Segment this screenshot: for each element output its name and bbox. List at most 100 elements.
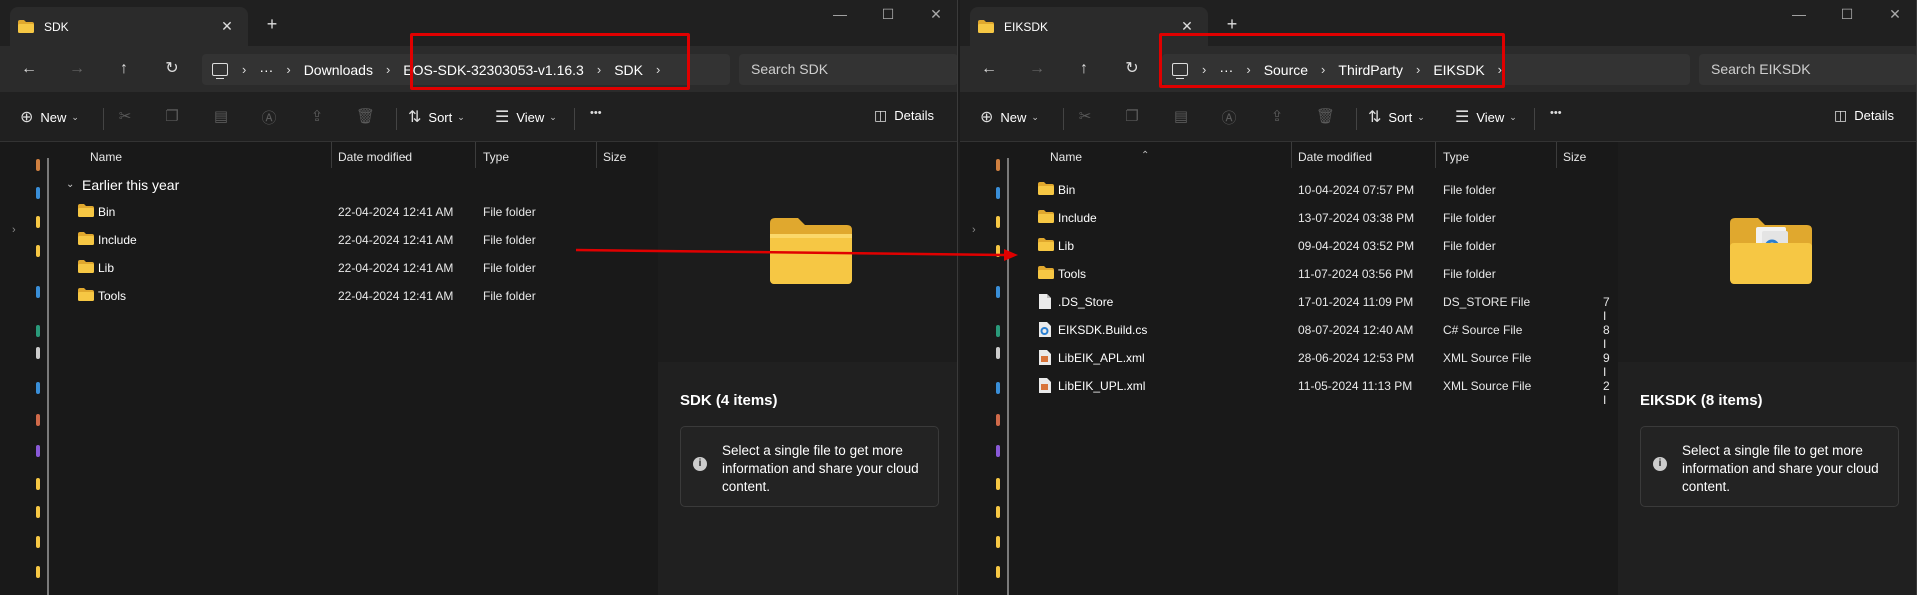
forward-arrow-icon[interactable]: → — [68, 60, 86, 78]
folder-icon — [1038, 238, 1054, 251]
file-row[interactable]: LibEIK_APL.xml 28-06-2024 12:53 PM XML Sou… — [1016, 344, 1616, 379]
minimize-button[interactable]: — — [1792, 6, 1806, 23]
file-date: 08-07-2024 12:40 AM — [1298, 323, 1414, 337]
up-arrow-icon[interactable]: ↑ — [1075, 60, 1093, 78]
details-button[interactable]: ◫ Details — [874, 107, 934, 124]
rename-icon[interactable]: Ⓐ — [260, 107, 278, 127]
chevron-right-icon[interactable]: › — [972, 224, 976, 236]
file-name: LibEIK_APL.xml — [1058, 351, 1145, 365]
details-info-box: i Select a single file to get more infor… — [680, 426, 939, 507]
paste-icon[interactable]: ▤ — [1172, 107, 1190, 125]
close-tab-icon[interactable]: ✕ — [218, 18, 236, 35]
minimize-button[interactable]: — — [833, 6, 847, 23]
delete-icon[interactable]: 🗑 — [356, 107, 375, 125]
file-row[interactable]: LibEIK_UPL.xml 11-05-2024 11:13 PM XML Sou… — [1016, 372, 1616, 407]
more-options-icon[interactable]: ••• — [590, 107, 602, 119]
explorer-window-sdk: SDK ✕ + — ☐ ✕ ← → ↑ ↻ › ··· › Downloads … — [0, 0, 958, 595]
this-pc-icon[interactable] — [212, 63, 228, 79]
column-date-modified[interactable]: Date modified — [1298, 150, 1372, 164]
sort-button[interactable]: ⇅ Sort ⌄ — [1368, 107, 1425, 127]
column-type[interactable]: Type — [1443, 150, 1469, 164]
sort-button[interactable]: ⇅ Sort ⌄ — [408, 107, 465, 127]
details-button[interactable]: ◫ Details — [1834, 107, 1894, 124]
file-type: File folder — [483, 289, 536, 303]
view-button[interactable]: ☰ View ⌄ — [1455, 107, 1517, 127]
details-pane-icon: ◫ — [874, 107, 888, 123]
file-list: ⌃ Name Date modified Type Size Bin 10-04-… — [1016, 142, 1616, 595]
file-row[interactable]: .DS_Store 17-01-2024 11:09 PM DS_STORE Fil… — [1016, 288, 1616, 323]
chevron-down-icon: ⌄ — [66, 179, 75, 190]
file-row[interactable]: Lib 22-04-2024 12:41 AM File folder — [56, 254, 656, 282]
forward-arrow-icon[interactable]: → — [1028, 60, 1046, 78]
copy-icon[interactable]: ❐ — [163, 107, 181, 125]
file-name: Bin — [98, 205, 116, 219]
details-pane-icon: ◫ — [1834, 107, 1848, 123]
new-tab-button[interactable]: + — [1222, 14, 1242, 35]
new-button[interactable]: ⊕ New ⌄ — [980, 107, 1039, 127]
chevron-down-icon: ⌄ — [457, 111, 465, 122]
sort-icon: ⇅ — [408, 109, 422, 126]
file-row[interactable]: Tools 22-04-2024 12:41 AM File folder — [56, 282, 656, 310]
cut-icon[interactable]: ✂ — [1076, 107, 1094, 125]
paste-icon[interactable]: ▤ — [212, 107, 230, 125]
back-arrow-icon[interactable]: ← — [20, 60, 38, 78]
delete-icon[interactable]: 🗑 — [1316, 107, 1335, 125]
column-name[interactable]: Name — [1050, 150, 1082, 164]
breadcrumb-downloads[interactable]: Downloads — [304, 62, 373, 78]
cut-icon[interactable]: ✂ — [116, 107, 134, 125]
breadcrumb-more[interactable]: ··· — [259, 62, 273, 78]
file-row[interactable]: Include 22-04-2024 12:41 AM File folder — [56, 226, 656, 254]
new-tab-button[interactable]: + — [262, 14, 282, 35]
file-row[interactable]: Bin 10-04-2024 07:57 PM File folder — [1016, 176, 1616, 204]
view-button[interactable]: ☰ View ⌄ — [495, 107, 557, 127]
column-name[interactable]: Name — [90, 150, 122, 164]
navigation-pane[interactable]: › — [0, 142, 50, 595]
refresh-icon[interactable]: ↻ — [163, 60, 181, 78]
new-button[interactable]: ⊕ New ⌄ — [20, 107, 79, 127]
file-type: File folder — [1443, 267, 1496, 281]
tab-sdk[interactable]: SDK ✕ — [10, 7, 248, 46]
share-icon[interactable]: ⇪ — [308, 107, 326, 125]
info-icon: i — [1653, 457, 1667, 471]
rename-icon[interactable]: Ⓐ — [1220, 107, 1238, 127]
chevron-right-icon[interactable]: › — [12, 224, 16, 236]
column-type[interactable]: Type — [483, 150, 509, 164]
file-date: 22-04-2024 12:41 AM — [338, 233, 454, 247]
back-arrow-icon[interactable]: ← — [980, 60, 998, 78]
annotation-box-left-path — [410, 33, 690, 90]
explorer-window-eiksdk: EIKSDK ✕ + — ☐ ✕ ← → ↑ ↻ › ··· › Source … — [960, 0, 1917, 595]
refresh-icon[interactable]: ↻ — [1123, 60, 1141, 78]
share-icon[interactable]: ⇪ — [1268, 107, 1286, 125]
column-date-modified[interactable]: Date modified — [338, 150, 412, 164]
view-lines-icon: ☰ — [1455, 109, 1470, 126]
file-type: C# Source File — [1443, 323, 1523, 337]
file-row[interactable]: Lib 09-04-2024 03:52 PM File folder — [1016, 232, 1616, 260]
more-options-icon[interactable]: ••• — [1550, 107, 1562, 119]
search-input[interactable]: Search SDK — [739, 54, 957, 85]
close-window-button[interactable]: ✕ — [1888, 6, 1902, 23]
search-input[interactable]: Search EIKSDK — [1699, 54, 1916, 85]
preview-area — [1618, 142, 1916, 362]
folder-icon — [78, 232, 94, 245]
close-window-button[interactable]: ✕ — [929, 6, 943, 23]
file-row[interactable]: Include 13-07-2024 03:38 PM File folder — [1016, 204, 1616, 232]
maximize-button[interactable]: ☐ — [1840, 6, 1854, 23]
file-row[interactable]: EIKSDK.Build.cs 08-07-2024 12:40 AM C# Sou… — [1016, 316, 1616, 351]
chevron-down-icon: ⌄ — [71, 111, 79, 122]
up-arrow-icon[interactable]: ↑ — [115, 60, 133, 78]
xml-file-icon — [1038, 350, 1054, 365]
column-size[interactable]: Size — [603, 150, 626, 164]
navigation-pane[interactable]: › — [960, 142, 1010, 595]
file-row[interactable]: Bin 22-04-2024 12:41 AM File folder — [56, 198, 656, 226]
column-size[interactable]: Size — [1563, 150, 1586, 164]
command-bar: ⊕ New ⌄ ✂ ❐ ▤ Ⓐ ⇪ 🗑 ⇅ Sort ⌄ ☰ View ⌄ ••… — [0, 92, 957, 142]
file-type: File folder — [483, 261, 536, 275]
window-controls: — ☐ ✕ — [1792, 6, 1902, 23]
group-header[interactable]: ⌄ Earlier this year — [56, 172, 656, 198]
maximize-button[interactable]: ☐ — [881, 6, 895, 23]
file-date: 11-07-2024 03:56 PM — [1298, 267, 1414, 281]
copy-icon[interactable]: ❐ — [1123, 107, 1141, 125]
file-row[interactable]: Tools 11-07-2024 03:56 PM File folder — [1016, 260, 1616, 288]
file-name: Lib — [1058, 239, 1075, 253]
folder-icon — [1038, 182, 1054, 195]
